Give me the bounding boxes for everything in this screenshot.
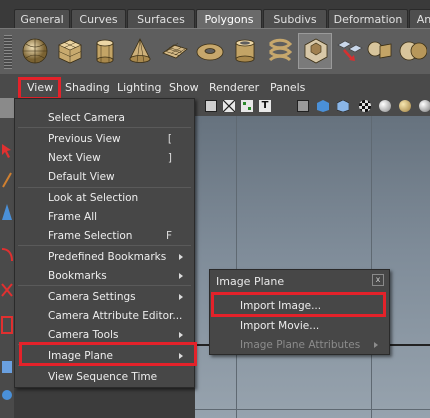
poly-torus-icon[interactable] — [195, 36, 225, 66]
shelf-tab-bar: General Curves Surfaces Polygons Subdivs… — [0, 0, 430, 28]
panel-menu-bar: View Shading Lighting Show Renderer Pane… — [0, 74, 430, 98]
texture-icon[interactable]: T — [259, 100, 271, 112]
motion-blur-icon[interactable] — [399, 100, 411, 112]
tab-curves[interactable]: Curves — [71, 9, 126, 28]
move-tool-icon[interactable] — [0, 202, 14, 222]
viewport-toolbar: T — [195, 98, 430, 116]
tab-general[interactable]: General — [14, 9, 70, 28]
menu-renderer[interactable]: Renderer — [209, 81, 259, 94]
perspective-viewport[interactable] — [195, 116, 430, 418]
grid-line — [195, 409, 430, 410]
shelf-drag-handle[interactable] — [4, 35, 12, 69]
menu-item-label: Frame All — [48, 211, 98, 223]
poly-plane-icon[interactable] — [160, 36, 190, 66]
menu-item-label: Image Plane Attributes — [240, 339, 361, 351]
poly-sphere-icon[interactable] — [20, 36, 50, 66]
poly-helix-icon[interactable] — [265, 36, 295, 66]
menu-lighting[interactable]: Lighting — [117, 81, 161, 94]
menu-item-label: Bookmarks — [48, 270, 107, 282]
menu-item-label: View Sequence Time — [48, 371, 158, 383]
manipulator-icon[interactable] — [0, 315, 14, 335]
paint-select-icon[interactable] — [0, 170, 14, 190]
separate-icon[interactable] — [335, 36, 365, 66]
menu-separator — [18, 245, 191, 246]
view-menu-highlight — [18, 77, 61, 100]
smooth-shade-icon[interactable] — [241, 100, 253, 112]
poly-pipe-icon[interactable] — [230, 36, 260, 66]
menu-item-label: Next View — [48, 152, 101, 164]
menu-item-label: Import Movie... — [240, 320, 320, 332]
menu-item-image-plane-attributes: Image Plane Attributes — [210, 335, 389, 355]
tab-deformation[interactable]: Deformation — [328, 9, 408, 28]
checker-icon[interactable] — [359, 100, 371, 112]
close-icon[interactable]: x — [372, 274, 384, 286]
submenu-arrow-icon — [179, 273, 183, 279]
scale-tool-icon[interactable] — [0, 280, 14, 300]
tool-box — [0, 95, 14, 418]
shortcut-label: ] — [167, 152, 172, 164]
import-image-highlight — [211, 292, 386, 317]
shelf-toolbar — [0, 28, 430, 74]
last-tool-icon[interactable] — [0, 357, 14, 377]
poly-soccer-ball-icon[interactable] — [298, 33, 332, 69]
shadow-icon[interactable] — [336, 99, 350, 113]
submenu-title: Image Plane — [216, 275, 285, 288]
menu-item-frame-all[interactable]: Frame All — [15, 207, 194, 226]
menu-item-view-sequence-time[interactable]: View Sequence Time — [15, 367, 194, 386]
menu-item-label: Predefined Bookmarks — [48, 251, 167, 263]
image-plane-item-highlight — [19, 342, 197, 366]
menu-item-label: Camera Attribute Editor... — [48, 310, 183, 322]
submenu-arrow-icon — [179, 294, 183, 300]
wireframe-icon[interactable] — [222, 99, 236, 113]
poly-cylinder-icon[interactable] — [90, 36, 120, 66]
tab-subdivs[interactable]: Subdivs — [263, 9, 327, 28]
menu-item-label: Look at Selection — [48, 192, 139, 204]
menu-item-predefined-bookmarks[interactable]: Predefined Bookmarks — [15, 247, 194, 266]
menu-item-default-view[interactable]: Default View — [15, 167, 194, 186]
booleans-icon[interactable] — [397, 36, 428, 66]
menu-item-next-view[interactable]: Next View] — [15, 148, 194, 167]
menu-item-label: Previous View — [48, 133, 121, 145]
menu-item-label: Frame Selection — [48, 230, 133, 242]
tab-surfaces[interactable]: Surfaces — [127, 9, 195, 28]
xray-icon[interactable] — [297, 100, 309, 112]
shortcut-label: F — [165, 230, 172, 242]
grid-line — [236, 116, 237, 418]
menu-separator — [18, 127, 191, 128]
submenu-arrow-icon — [179, 254, 183, 260]
menu-item-camera-attribute-editor[interactable]: Camera Attribute Editor... — [15, 306, 194, 325]
submenu-arrow-icon — [374, 342, 378, 348]
menu-item-frame-selection[interactable]: Frame Selection F — [15, 226, 194, 245]
menu-item-label: Camera Tools — [48, 329, 119, 341]
poly-cube-icon[interactable] — [55, 36, 85, 66]
grid-toggle-icon[interactable] — [205, 100, 217, 112]
menu-item-bookmarks[interactable]: Bookmarks — [15, 266, 194, 285]
menu-shading[interactable]: Shading — [65, 81, 110, 94]
lasso-tool-icon[interactable] — [0, 140, 14, 160]
poly-cone-icon[interactable] — [125, 36, 155, 66]
menu-item-import-movie[interactable]: Import Movie... — [210, 316, 389, 336]
menu-show[interactable]: Show — [169, 81, 199, 94]
menu-item-label: Camera Settings — [48, 291, 136, 303]
anti-alias-icon[interactable] — [419, 100, 430, 112]
ambient-occlusion-icon[interactable] — [379, 100, 391, 112]
submenu-arrow-icon — [179, 332, 183, 338]
menu-item-label: Select Camera — [48, 112, 125, 124]
menu-item-look-at-selection[interactable]: Look at Selection — [15, 188, 194, 207]
menu-panels[interactable]: Panels — [270, 81, 305, 94]
lights-icon[interactable] — [317, 100, 329, 112]
menu-item-select-camera[interactable]: Select Camera — [15, 108, 194, 127]
select-tool-icon[interactable] — [0, 98, 14, 118]
shortcut-label: [ — [167, 133, 172, 145]
tab-animation[interactable]: An — [409, 9, 430, 28]
menu-item-camera-settings[interactable]: Camera Settings — [15, 287, 194, 306]
menu-item-label: Default View — [48, 171, 115, 183]
menu-separator — [18, 285, 191, 286]
rotate-tool-icon[interactable] — [0, 245, 14, 265]
soft-mod-icon[interactable] — [0, 385, 14, 405]
tab-polygons[interactable]: Polygons — [196, 9, 262, 28]
menu-item-previous-view[interactable]: Previous View [ — [15, 129, 194, 148]
grid-line — [371, 116, 372, 418]
combine-icon[interactable] — [365, 36, 395, 66]
